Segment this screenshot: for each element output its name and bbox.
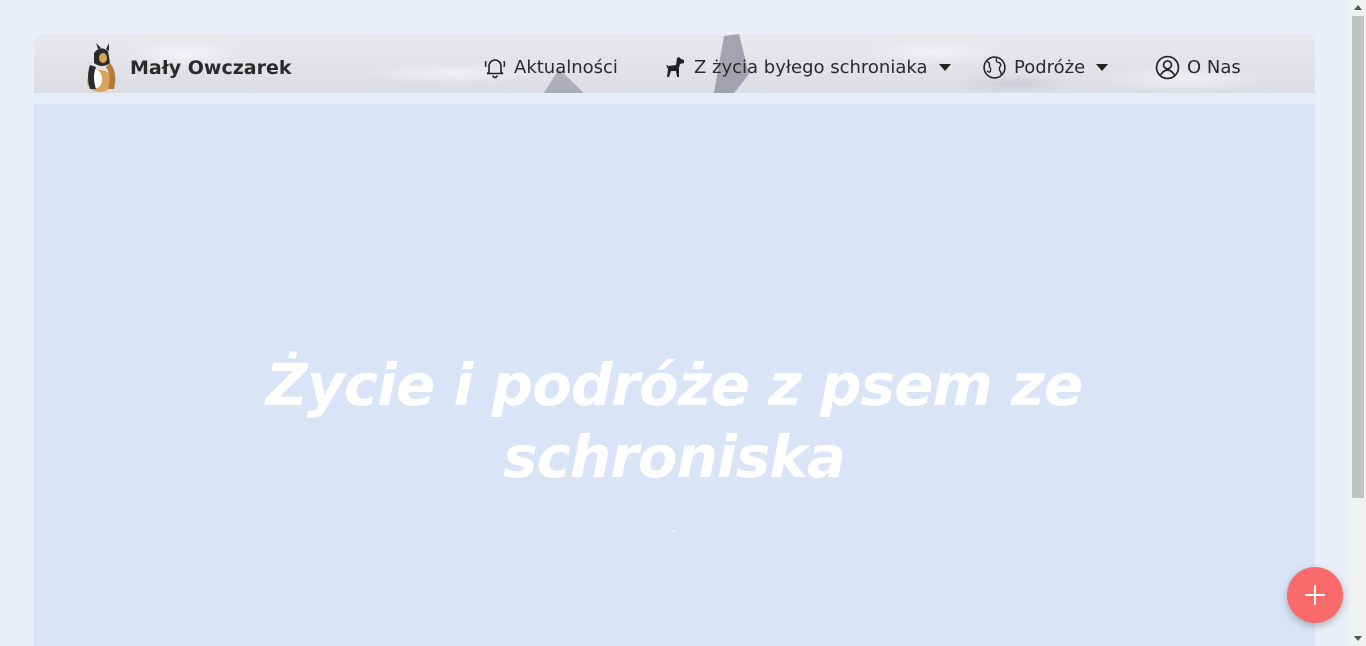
hero-dot [673,530,675,532]
hero-section: Życie i podróże z psem ze schroniska [34,104,1315,646]
globe-icon [983,56,1006,79]
plus-icon [1305,585,1325,605]
page-container: Mały Owczarek Aktualności Z życia byłego… [34,34,1315,646]
sheepdog-logo-icon [87,43,116,92]
brand-name: Mały Owczarek [130,57,292,79]
hero-title-line1: Życie i podróże z psem ze [265,351,1083,419]
chevron-down-icon [1096,64,1109,71]
nav-item-podroze[interactable]: Podróże [982,55,1109,80]
nav-item-label: Z życia byłego schroniaka [694,56,928,78]
nav-item-o-nas[interactable]: O Nas [1155,55,1241,80]
hero-title: Życie i podróże z psem ze schroniska [174,349,1174,493]
scroll-up-arrow-icon[interactable] [1354,5,1362,10]
nav-item-z-zycia[interactable]: Z życia byłego schroniaka [663,55,951,79]
chevron-down-icon [938,63,951,71]
vertical-scrollbar[interactable] [1350,0,1366,646]
navbar-bottom-strip [34,93,1315,104]
scroll-down-arrow-icon[interactable] [1354,636,1362,641]
top-navbar: Mały Owczarek Aktualności Z życia byłego… [34,34,1315,93]
nav-item-label: Aktualności [514,56,618,78]
dog-icon [666,57,684,77]
scrollbar-thumb[interactable] [1352,16,1364,498]
bell-icon [484,59,506,79]
user-circle-icon [1155,55,1180,80]
add-button[interactable] [1287,567,1343,623]
hero-title-line2: schroniska [502,423,846,491]
nav-item-aktualnosci[interactable]: Aktualności [483,55,618,79]
nav-item-label: O Nas [1187,57,1241,78]
nav-item-label: Podróże [1014,57,1086,78]
brand-link[interactable]: Mały Owczarek [80,43,292,93]
